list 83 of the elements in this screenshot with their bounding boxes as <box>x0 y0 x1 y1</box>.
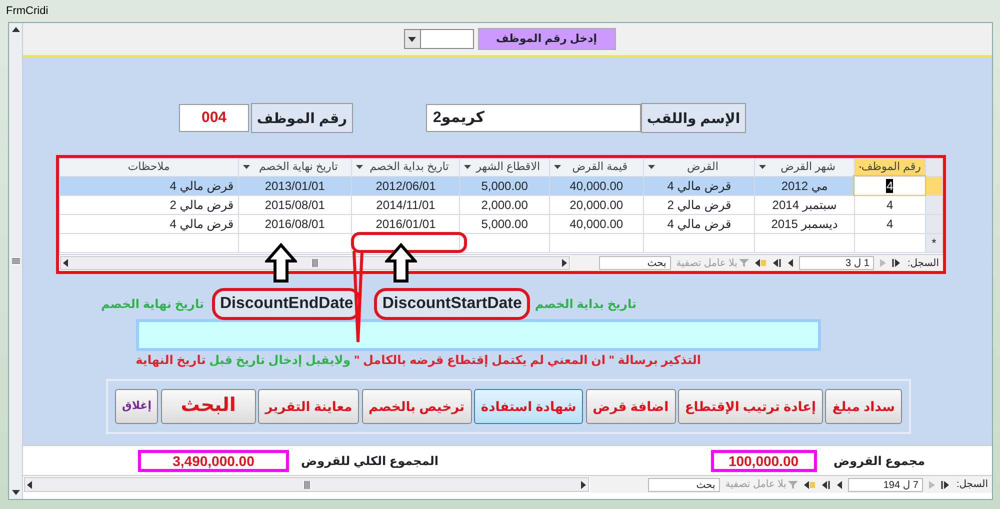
table-cell[interactable]: 4 <box>886 178 894 192</box>
scroll-left-icon[interactable] <box>61 258 70 268</box>
sort-dropdown-icon[interactable] <box>464 164 472 170</box>
name-label: الإسم واللقب <box>641 103 746 133</box>
total-value-field: 3,490,000.00 <box>138 450 289 472</box>
first-record-icon[interactable] <box>892 258 902 268</box>
table-cell: 2015/08/01 <box>264 198 325 212</box>
table-cell: 2012/06/01 <box>376 178 436 192</box>
table-cell: مي 2012 <box>781 178 828 192</box>
first-record-icon[interactable] <box>941 480 952 490</box>
search-field[interactable]: بحث <box>648 478 720 492</box>
scroll-up-icon[interactable] <box>10 25 20 35</box>
action-button[interactable]: معاينة التقرير <box>258 389 360 424</box>
table-cell: 2016/01/01 <box>376 216 436 230</box>
table-cell: قرض مالي 4 <box>170 216 234 230</box>
total-label: المجموع الكلي للقروض <box>301 452 438 470</box>
field-name-callout: DiscountStartDate <box>374 288 530 320</box>
record-label: السجل: <box>956 478 988 492</box>
employee-number-field[interactable]: 004 <box>179 104 249 132</box>
sort-dropdown-icon[interactable] <box>242 164 250 170</box>
record-position-field[interactable]: 1 ل 3 <box>799 256 874 270</box>
sort-dropdown-icon[interactable] <box>554 164 561 170</box>
total-value-field: 100,000.00 <box>710 450 816 472</box>
table-cell: 2014/11/01 <box>376 198 436 212</box>
sort-dropdown-icon[interactable] <box>648 164 656 170</box>
scroll-grip-icon[interactable] <box>12 257 20 265</box>
action-button[interactable]: إعادة ترتيب الإقتطاع <box>678 389 824 424</box>
action-button[interactable]: إغلاق <box>115 389 158 424</box>
table-cell[interactable]: 4 <box>886 198 894 212</box>
action-button[interactable]: ترخيص بالخصم <box>362 389 472 424</box>
field-name-callout: DiscountEndDate <box>212 288 362 320</box>
new-record-icon[interactable] <box>754 258 766 268</box>
next-record-icon[interactable] <box>786 258 794 268</box>
next-record-icon[interactable] <box>835 480 844 490</box>
search-field[interactable]: بحث <box>599 256 672 270</box>
employee-number-label: رقم الموظف <box>251 103 353 133</box>
table-cell: 2013/01/01 <box>264 178 325 192</box>
picker-label: إدخل رقم الموظف <box>478 28 616 50</box>
scroll-grip-icon[interactable] <box>311 259 319 267</box>
new-record-icon[interactable] <box>803 480 816 490</box>
table-cell: قرض مالي 2 <box>667 198 732 212</box>
scroll-right-icon[interactable] <box>560 258 569 268</box>
action-button[interactable]: اضافة قرض <box>586 389 676 424</box>
vertical-scrollbar[interactable] <box>9 23 23 499</box>
horizontal-scrollbar[interactable] <box>60 256 570 270</box>
table-cell: 40,000.00 <box>570 216 624 230</box>
record-position-field[interactable]: 7 ل 194 <box>848 478 924 492</box>
annotation-label: تاريخ نهاية الخصم <box>101 296 204 313</box>
action-button[interactable]: البحث <box>160 389 256 424</box>
table-cell: سبتمبر 2014 <box>772 198 837 212</box>
window-title: FrmCridi <box>6 4 50 19</box>
table-cell[interactable]: 4 <box>886 216 894 230</box>
dropdown-icon[interactable] <box>407 34 417 44</box>
scroll-right-icon[interactable] <box>579 480 588 490</box>
last-record-icon[interactable] <box>771 258 782 268</box>
last-record-icon[interactable] <box>820 480 830 490</box>
name-field[interactable]: كريمو2 <box>426 104 641 132</box>
reminder-note: التذكير برسالة " ان المعني لم يكتمل إقتطاع قرضه بالكامل " ولايقبل إدخال تاريخ قبل تاريخ النهاية <box>134 352 701 369</box>
table-cell: قرض مالي 4 <box>667 216 732 230</box>
action-button[interactable]: سداد مبلغ <box>825 389 902 424</box>
table-cell: قرض مالي 4 <box>170 178 234 192</box>
funnel-icon <box>788 480 798 490</box>
table-cell: 40,000.00 <box>570 178 624 192</box>
table-cell: ديسمبر 2015 <box>771 216 838 230</box>
action-button[interactable]: شهادة استفادة <box>474 389 584 424</box>
sort-dropdown-icon[interactable] <box>759 164 766 170</box>
table-cell: 2,000.00 <box>481 198 528 212</box>
table-cell: 20,000.00 <box>570 198 624 212</box>
table-cell: 5,000.00 <box>481 216 528 230</box>
scroll-left-icon[interactable] <box>25 480 34 490</box>
record-label: السجل: <box>907 256 939 270</box>
funnel-icon <box>739 258 750 268</box>
new-row-marker: * <box>932 236 936 250</box>
total-label: مجموع القروض <box>834 452 925 470</box>
scroll-down-icon[interactable] <box>10 487 20 497</box>
sort-dropdown-icon[interactable] <box>356 164 364 170</box>
annotation-label: تاريخ بداية الخصم <box>534 296 636 313</box>
table-cell: 2016/08/01 <box>264 216 325 230</box>
table-cell: قرض مالي 4 <box>667 178 732 192</box>
table-cell: 5,000.00 <box>481 178 528 192</box>
table-cell: قرض مالي 2 <box>170 198 234 212</box>
horizontal-scrollbar[interactable] <box>24 477 589 492</box>
scroll-grip-icon[interactable] <box>302 480 310 488</box>
